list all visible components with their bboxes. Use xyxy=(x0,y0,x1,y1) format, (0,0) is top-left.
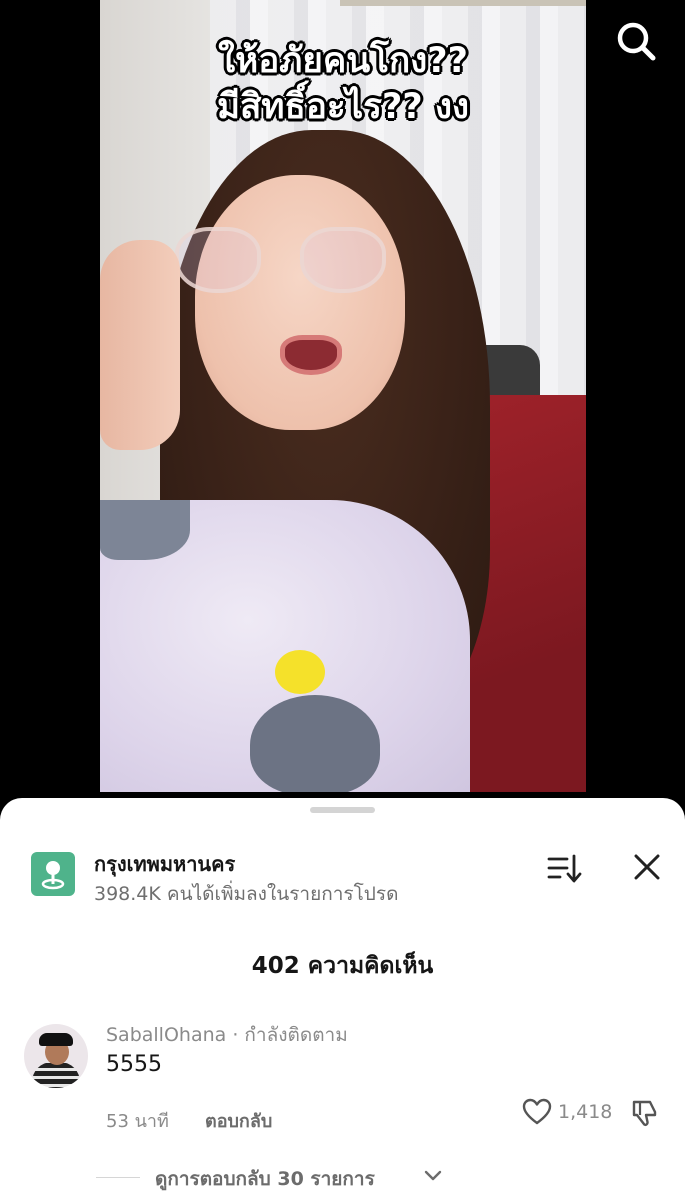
mouth xyxy=(280,335,342,375)
cat-print xyxy=(100,500,190,560)
hand xyxy=(100,240,180,450)
sheet-grabber[interactable] xyxy=(310,807,375,813)
like-count: 1,418 xyxy=(558,1101,613,1123)
glasses-lens-left xyxy=(175,227,261,293)
thumbs-down-icon[interactable] xyxy=(630,1098,660,1128)
comment-username[interactable]: SaballOhana xyxy=(106,1024,226,1046)
cat-print-large xyxy=(250,695,380,792)
chick-print xyxy=(275,650,325,694)
chevron-down-icon[interactable] xyxy=(424,1168,442,1182)
comment-author-line: SaballOhana · กำลังติดตาม xyxy=(106,1020,348,1050)
video-caption: ให้อภัยคนโกง?? มีสิทธิ์อะไร?? งง xyxy=(100,38,586,130)
separator: · xyxy=(226,1024,245,1046)
comment-time: 53 นาที xyxy=(106,1111,169,1132)
following-status: กำลังติดตาม xyxy=(244,1024,348,1046)
heart-icon[interactable] xyxy=(522,1098,552,1126)
curtain-rail xyxy=(340,0,586,6)
comment-text: 5555 xyxy=(106,1052,162,1077)
blanket xyxy=(100,500,470,792)
location-title[interactable]: กรุงเทพมหานคร xyxy=(94,848,235,880)
replies-divider xyxy=(96,1177,140,1178)
video-player[interactable]: ให้อภัยคนโกง?? มีสิทธิ์อะไร?? งง xyxy=(100,0,586,792)
avatar-hat xyxy=(39,1033,73,1046)
close-icon[interactable] xyxy=(632,852,662,882)
caption-line-2: มีสิทธิ์อะไร?? งง xyxy=(216,87,470,127)
comments-sheet: กรุงเทพมหานคร 398.4K คนได้เพิ่มลงในรายกา… xyxy=(0,798,685,1200)
location-pin-icon xyxy=(31,852,75,896)
sort-icon[interactable] xyxy=(546,852,582,886)
comment-count: 402 ความคิดเห็น xyxy=(251,953,434,979)
glasses-lens-right xyxy=(300,227,386,293)
caption-line-1: ให้อภัยคนโกง?? xyxy=(218,41,468,81)
avatar-body xyxy=(32,1062,80,1088)
view-replies-button[interactable]: ดูการตอบกลับ 30 รายการ xyxy=(155,1164,375,1194)
location-subtitle: 398.4K คนได้เพิ่มลงในรายการโปรด xyxy=(94,883,399,905)
reply-button[interactable]: ตอบกลับ xyxy=(205,1106,272,1135)
avatar[interactable] xyxy=(24,1024,88,1088)
face xyxy=(175,175,405,430)
search-icon[interactable] xyxy=(613,18,659,64)
